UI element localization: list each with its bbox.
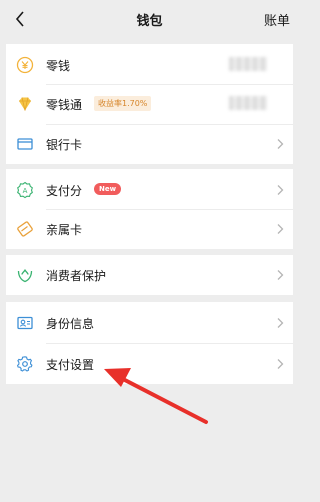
menu-item-label: 银行卡 — [46, 138, 83, 152]
wallet-group-settings: 身份信息 支付设置 — [6, 302, 293, 384]
menu-item-label: 消费者保护 — [46, 269, 107, 283]
bank-card-icon — [17, 138, 33, 150]
new-badge: New — [94, 183, 122, 195]
page-title: 钱包 — [136, 14, 163, 29]
chevron-right-icon — [277, 270, 284, 280]
id-info-icon — [17, 316, 33, 330]
menu-item-label: 身份信息 — [46, 317, 95, 331]
coin-icon — [16, 56, 34, 74]
chevron-right-icon — [277, 224, 284, 234]
gear-icon — [16, 356, 33, 372]
menu-item-lingqiantong[interactable]: 零钱通 收益率1.70% — [6, 85, 293, 123]
diamond-icon — [19, 97, 31, 111]
menu-item-label: 支付分 — [46, 184, 83, 198]
navigation-bar: 钱包 账单 — [0, 0, 299, 38]
menu-item-bank-card[interactable]: 银行卡 — [6, 125, 293, 163]
chevron-right-icon — [277, 359, 284, 369]
hidden-balance — [229, 57, 267, 71]
menu-item-label: 支付设置 — [46, 358, 95, 372]
chevron-right-icon — [277, 318, 284, 328]
menu-item-payment-settings[interactable]: 支付设置 — [6, 345, 293, 383]
menu-item-change[interactable]: 零钱 — [6, 46, 293, 84]
menu-item-label: 亲属卡 — [46, 223, 83, 237]
menu-item-pay-score[interactable]: A 支付分 New — [6, 171, 293, 209]
menu-item-consumer-protection[interactable]: 消费者保护 — [6, 256, 293, 294]
wallet-group-balance: 零钱 零钱通 收益率1.70% 银行卡 — [6, 44, 293, 164]
chevron-right-icon — [277, 185, 284, 195]
consumer-protection-icon — [17, 269, 33, 283]
pay-score-icon: A — [17, 181, 33, 199]
menu-item-label: 零钱 — [46, 59, 71, 73]
chevron-right-icon — [277, 139, 284, 149]
family-card-icon — [17, 221, 33, 237]
wallet-group-services: A 支付分 New 亲属卡 — [6, 169, 293, 249]
menu-item-family-card[interactable]: 亲属卡 — [6, 210, 293, 248]
menu-item-identity-info[interactable]: 身份信息 — [6, 304, 293, 342]
divider — [46, 343, 293, 344]
hidden-balance — [229, 96, 267, 110]
svg-text:A: A — [23, 187, 28, 195]
wallet-group-protection: 消费者保护 — [6, 255, 293, 295]
yield-tag: 收益率1.70% — [94, 96, 152, 111]
bill-button[interactable]: 账单 — [264, 10, 290, 29]
menu-item-label: 零钱通 — [46, 98, 83, 112]
